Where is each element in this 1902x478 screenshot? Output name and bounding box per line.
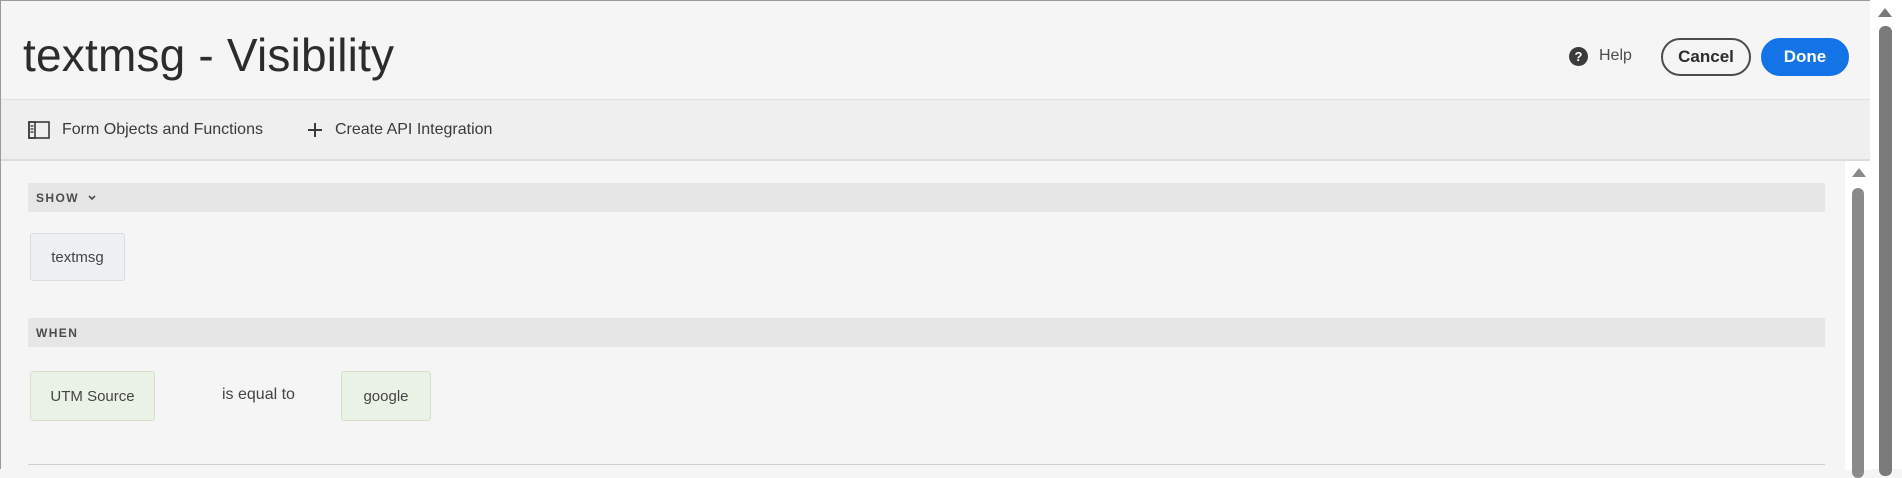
rule-content: SHOW textmsg WHEN UTM Source is equal to… bbox=[1, 161, 1841, 470]
editor-toolbar: Form Objects and Functions Create API In… bbox=[1, 100, 1871, 161]
form-objects-label: Form Objects and Functions bbox=[62, 121, 263, 138]
editor-header: textmsg - Visibility ? Help Cancel Done bbox=[1, 1, 1871, 100]
cancel-button[interactable]: Cancel bbox=[1661, 38, 1751, 76]
content-scrollbar[interactable] bbox=[1845, 161, 1871, 478]
rule-editor-window: textmsg - Visibility ? Help Cancel Done … bbox=[0, 0, 1871, 478]
create-api-integration-button[interactable]: Create API Integration bbox=[307, 118, 492, 142]
show-object-token[interactable]: textmsg bbox=[30, 233, 125, 281]
help-button[interactable]: ? Help bbox=[1569, 44, 1632, 68]
create-api-label: Create API Integration bbox=[335, 121, 493, 138]
panel-icon bbox=[28, 121, 50, 139]
form-objects-toggle[interactable]: Form Objects and Functions bbox=[28, 118, 263, 142]
when-section-header: WHEN bbox=[28, 318, 1825, 347]
plus-icon bbox=[307, 122, 323, 138]
section-divider bbox=[28, 464, 1825, 465]
page-scrollbar[interactable] bbox=[1870, 0, 1902, 476]
scroll-up-arrow-icon[interactable] bbox=[1852, 168, 1866, 177]
done-button[interactable]: Done bbox=[1761, 38, 1849, 76]
condition-operator[interactable]: is equal to bbox=[222, 386, 295, 404]
page-scroll-thumb[interactable] bbox=[1879, 26, 1892, 476]
question-icon: ? bbox=[1569, 46, 1588, 66]
condition-value-token[interactable]: google bbox=[341, 371, 431, 421]
show-section-label: SHOW bbox=[36, 190, 79, 205]
page-scroll-up-arrow-icon[interactable] bbox=[1878, 8, 1892, 17]
help-label: Help bbox=[1599, 47, 1632, 64]
condition-field-token[interactable]: UTM Source bbox=[30, 371, 155, 421]
show-section-header[interactable]: SHOW bbox=[28, 183, 1825, 212]
page-title: textmsg - Visibility bbox=[23, 29, 395, 81]
when-section-label: WHEN bbox=[36, 325, 79, 340]
chevron-down-icon bbox=[87, 194, 97, 202]
content-scroll-thumb[interactable] bbox=[1852, 188, 1864, 478]
